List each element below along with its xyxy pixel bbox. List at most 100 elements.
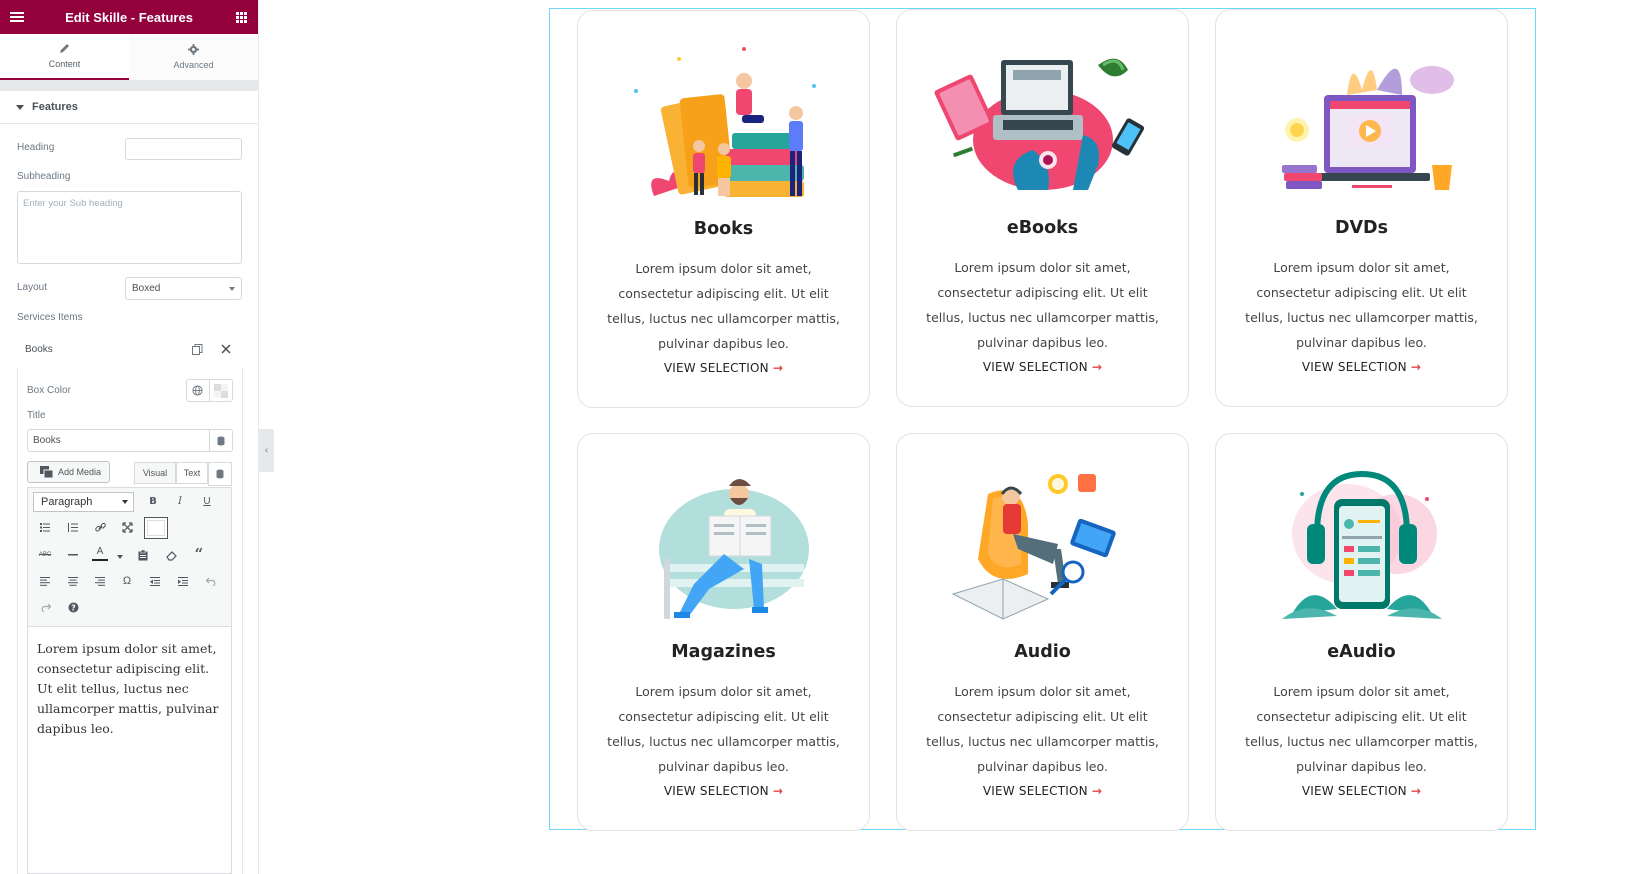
globe-icon[interactable] [187,380,210,401]
tab-content-label: Content [48,59,81,69]
box-color-picker[interactable] [186,379,233,402]
editor-header: Edit Skille - Features [0,0,258,34]
feature-card[interactable]: eBooks Lorem ipsum dolor sit amet, conse… [896,9,1189,407]
repeater-item-title: Books [25,343,53,355]
repeater-item-books[interactable]: Books [17,335,243,363]
tab-visual[interactable]: Visual [134,462,176,484]
align-left-icon[interactable] [36,572,54,590]
tab-content[interactable]: Content [0,34,129,80]
panel-title: Edit Skille - Features [65,9,193,25]
paste-text-icon[interactable] [134,546,152,564]
chevron-down-icon[interactable] [117,555,123,559]
blockquote-icon[interactable]: “ [190,545,208,563]
features-section[interactable]: Books Lorem ipsum dolor sit amet, consec… [549,8,1536,831]
title-input-value: Books [33,435,61,446]
apps-grid-icon[interactable] [224,0,258,34]
feature-card[interactable]: Books Lorem ipsum dolor sit amet, consec… [577,10,870,408]
close-icon[interactable] [221,343,231,354]
arrow-right-icon: → [1410,360,1422,374]
redo-icon[interactable] [36,598,54,616]
link-label: VIEW SELECTION [982,784,1088,798]
link-label: VIEW SELECTION [663,784,769,798]
layout-select[interactable]: Boxed [125,277,242,300]
undo-icon[interactable] [202,572,220,590]
link-label: VIEW SELECTION [663,361,769,375]
help-icon[interactable]: ? [64,598,82,616]
link-icon[interactable] [91,518,109,536]
heading-label: Heading [17,142,55,153]
italic-icon[interactable]: I [171,492,189,510]
feature-card[interactable]: eAudio Lorem ipsum dolor sit amet, conse… [1215,433,1508,831]
editor-panel: Edit Skille - Features Content Advanced … [0,0,259,874]
menu-icon[interactable] [0,0,34,34]
card-title: DVDs [1334,218,1388,238]
tab-text[interactable]: Text [176,462,208,484]
tab-advanced-label: Advanced [173,60,214,70]
horizontal-line-icon[interactable] [64,546,82,564]
eraser-icon[interactable] [162,546,180,564]
caret-down-icon [16,104,24,110]
view-selection-link[interactable]: VIEW SELECTION → [897,360,1188,374]
format-select[interactable]: Paragraph [33,492,134,512]
add-media-button[interactable]: Add Media [27,461,110,483]
collapse-panel-button[interactable]: ‹ [259,429,274,472]
tab-advanced[interactable]: Advanced [129,34,258,80]
text-color-icon[interactable]: A [91,545,109,563]
link-label: VIEW SELECTION [982,360,1088,374]
view-selection-link[interactable]: VIEW SELECTION → [1216,784,1507,798]
outdent-icon[interactable] [146,572,164,590]
view-selection-link[interactable]: VIEW SELECTION → [578,361,869,375]
align-center-icon[interactable] [64,572,82,590]
duplicate-icon[interactable] [192,343,203,355]
gear-icon [188,44,199,55]
link-label: VIEW SELECTION [1301,360,1407,374]
divider [0,81,258,91]
toolbar-toggle-button[interactable] [144,517,168,539]
editor-mode-tabs: Visual Text [134,462,208,484]
strikethrough-icon[interactable]: ABC [36,546,54,564]
reader-illustration [659,479,809,619]
chevron-down-icon [229,286,235,291]
card-title: Audio [1014,642,1071,662]
dynamic-tags-icon[interactable] [208,462,232,486]
card-title: Magazines [671,642,776,662]
pencil-icon [60,44,69,53]
feature-card[interactable]: Magazines Lorem ipsum dolor sit amet, co… [577,433,870,831]
feature-card[interactable]: DVDs Lorem ipsum dolor sit amet, consect… [1215,9,1508,407]
card-title: eBooks [1006,218,1079,238]
dynamic-tags-icon[interactable] [209,430,232,451]
subheading-textarea[interactable]: Enter your Sub heading [17,191,242,264]
subheading-label: Subheading [17,171,71,182]
listener-illustration [951,474,1116,620]
headphones-phone-illustration [1282,470,1442,619]
color-swatch[interactable] [210,380,232,401]
card-description: Lorem ipsum dolor sit amet, consectetur … [1245,684,1478,774]
indent-icon[interactable] [174,572,192,590]
align-right-icon[interactable] [91,572,109,590]
bullet-list-icon[interactable] [36,518,54,536]
card-description: Lorem ipsum dolor sit amet, consectetur … [607,684,840,774]
fullscreen-icon[interactable] [118,518,136,536]
bold-icon[interactable]: B [144,492,162,510]
svg-text:?: ? [71,603,76,612]
view-selection-link[interactable]: VIEW SELECTION → [897,784,1188,798]
heading-input[interactable] [125,138,242,160]
view-selection-link[interactable]: VIEW SELECTION → [578,784,869,798]
link-label: VIEW SELECTION [1301,784,1407,798]
arrow-right-icon: → [772,361,784,375]
underline-icon[interactable]: U [198,492,216,510]
services-label: Services Items [17,312,83,323]
title-input[interactable]: Books [27,429,233,452]
box-color-label: Box Color [27,385,71,396]
numbered-list-icon[interactable] [64,518,82,536]
feature-card[interactable]: Audio Lorem ipsum dolor sit amet, consec… [896,433,1189,831]
title-label: Title [27,410,46,421]
video-illustration [1282,66,1454,190]
content-editor[interactable]: Lorem ipsum dolor sit amet, consectetur … [27,627,232,874]
card-title: eAudio [1327,642,1396,662]
special-character-icon[interactable]: Ω [118,572,136,590]
arrow-right-icon: → [1091,784,1103,798]
view-selection-link[interactable]: VIEW SELECTION → [1216,360,1507,374]
section-features-toggle[interactable]: Features [0,91,258,124]
laptop-illustration [934,58,1145,190]
